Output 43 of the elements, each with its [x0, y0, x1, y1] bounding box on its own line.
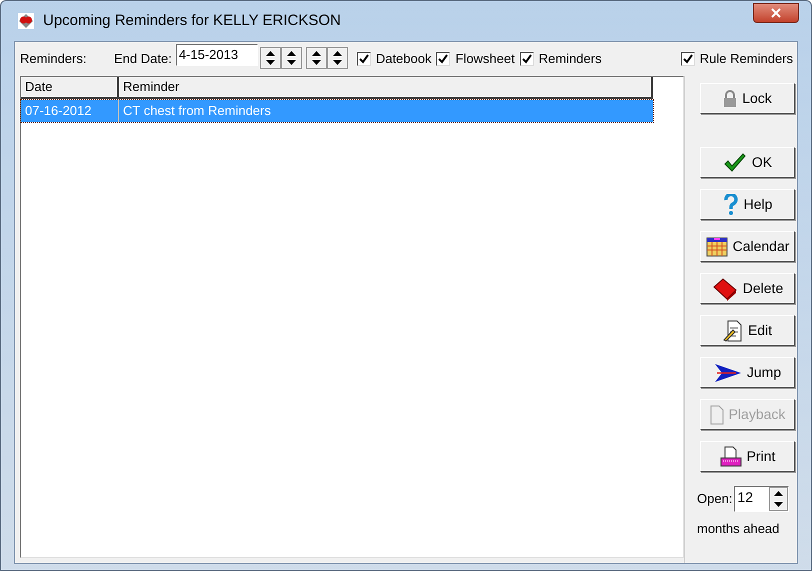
checkbox-label: Reminders	[538, 50, 602, 68]
document-icon	[710, 404, 724, 424]
spin-button[interactable]	[260, 47, 281, 69]
arrow-icon	[714, 362, 742, 382]
checkbox[interactable]	[356, 52, 371, 66]
lock-icon	[723, 90, 738, 108]
printer-icon	[720, 446, 742, 468]
spin-button[interactable]	[306, 47, 327, 69]
column-header[interactable]: Reminder	[119, 77, 653, 99]
open-label: Open:	[697, 490, 732, 508]
eraser-icon	[712, 276, 738, 300]
months-spinner[interactable]: 12	[734, 486, 790, 512]
months-ahead-label: months ahead	[697, 520, 780, 538]
table-cell-text: CT chest from Reminders	[122, 102, 272, 120]
close-icon	[771, 8, 781, 18]
checkbox-label: Rule Reminders	[700, 50, 793, 68]
end-date-label: End Date:	[114, 50, 172, 68]
action-button[interactable]: Print	[700, 441, 795, 472]
column-header[interactable]: Date	[21, 77, 119, 99]
checkbox[interactable]	[436, 52, 450, 66]
document-pencil-icon	[722, 320, 743, 342]
action-button[interactable]: Edit	[700, 315, 795, 346]
close-button[interactable]	[753, 3, 799, 23]
calendar-icon	[706, 236, 728, 256]
table-cell: 07-16-2012	[21, 100, 119, 122]
checkbox[interactable]	[680, 52, 695, 66]
question-mark-icon	[722, 194, 739, 216]
checkbox[interactable]	[520, 52, 534, 66]
action-button[interactable]: Help	[700, 189, 795, 220]
spin-button[interactable]	[326, 47, 348, 69]
window-title: Upcoming Reminders for KELLY ERICKSON	[43, 10, 341, 31]
checkbox-label: Datebook	[376, 50, 432, 68]
action-button[interactable]: Calendar	[700, 231, 795, 262]
action-button[interactable]: Jump	[700, 357, 795, 388]
app-logo-icon	[17, 12, 35, 30]
action-button[interactable]: Delete	[700, 273, 795, 304]
checkbox-label: Flowsheet	[455, 50, 515, 68]
check-icon	[722, 152, 747, 172]
action-button[interactable]: OK	[700, 147, 795, 178]
reminders-label: Reminders:	[20, 50, 88, 68]
end-date-field[interactable]: 4-15-2013	[176, 44, 258, 66]
spin-button[interactable]	[280, 47, 302, 69]
action-button[interactable]: Lock	[700, 83, 795, 114]
